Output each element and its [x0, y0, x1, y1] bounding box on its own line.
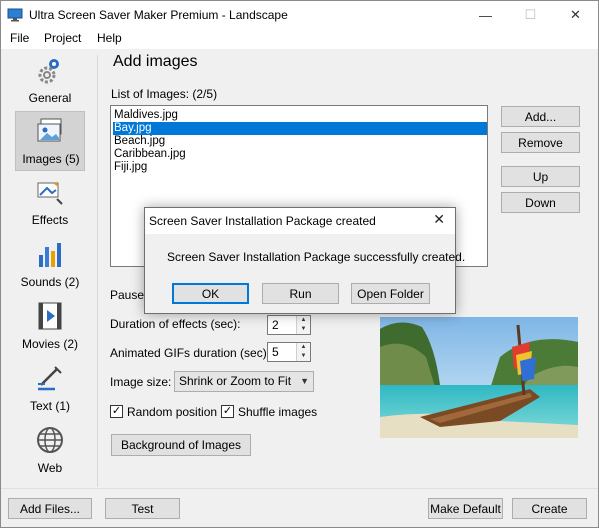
list-item[interactable]: Caribbean.jpg	[113, 148, 487, 161]
sidebar-item-text[interactable]: Text (1)	[15, 359, 85, 419]
make-default-button[interactable]: Make Default	[428, 498, 503, 519]
app-monitor-icon	[7, 8, 23, 22]
image-size-select[interactable]: Shrink or Zoom to Fit ▼	[174, 371, 314, 392]
create-button[interactable]: Create	[512, 498, 587, 519]
image-preview	[380, 317, 578, 438]
dialog-close-button[interactable]: ✕	[433, 211, 445, 228]
sidebar-item-movies[interactable]: Movies (2)	[15, 297, 85, 357]
sidebar-item-web[interactable]: Web	[15, 421, 85, 481]
add-button[interactable]: Add...	[501, 106, 580, 127]
random-position-label: Random position	[127, 405, 218, 419]
svg-text:✦: ✦	[53, 180, 60, 189]
random-position-checkbox[interactable]: ✓	[110, 405, 123, 418]
sidebar-item-effects[interactable]: ✦ Effects	[15, 173, 85, 233]
sidebar-item-label: Sounds (2)	[20, 275, 80, 289]
sidebar-item-label: Images (5)	[22, 152, 80, 166]
sidebar-item-sounds[interactable]: Sounds (2)	[15, 235, 85, 295]
app-window: Ultra Screen Saver Maker Premium - Lands…	[0, 0, 599, 528]
animated-gifs-label: Animated GIFs duration (sec):	[110, 346, 271, 360]
list-label: List of Images: (2/5)	[111, 87, 218, 101]
gear-icon	[38, 59, 59, 84]
dialog-title: Screen Saver Installation Package create…	[149, 214, 376, 228]
sidebar-item-label: Web	[37, 461, 63, 475]
background-images-button[interactable]: Background of Images	[111, 434, 251, 456]
footer-divider	[1, 488, 598, 489]
maximize-icon: ☐	[524, 7, 537, 22]
menu-help[interactable]: Help	[97, 31, 122, 45]
list-item[interactable]: Bay.jpg	[113, 122, 487, 135]
animated-gifs-input[interactable]: 5 ▲ ▼	[267, 342, 311, 362]
minimize-button[interactable]: —	[463, 1, 508, 29]
web-icon	[37, 427, 63, 453]
menu-file[interactable]: File	[10, 31, 29, 45]
dialog-open-folder-button[interactable]: Open Folder	[351, 283, 430, 304]
dialog-run-button[interactable]: Run	[262, 283, 339, 304]
movies-icon	[38, 302, 62, 330]
sounds-icon	[39, 243, 61, 267]
sidebar-item-label: General	[28, 91, 72, 105]
menu-bar: File Project Help	[1, 29, 598, 49]
shuffle-images-checkbox[interactable]: ✓	[221, 405, 234, 418]
sidebar-item-label: Text (1)	[29, 399, 70, 413]
text-icon	[38, 366, 62, 391]
minimize-icon: —	[479, 7, 492, 23]
chevron-down-icon: ▼	[300, 376, 309, 386]
dialog-ok-button[interactable]: OK	[172, 283, 249, 304]
list-item[interactable]: Fiji.jpg	[113, 161, 487, 174]
window-title: Ultra Screen Saver Maker Premium - Lands…	[29, 8, 288, 22]
up-button[interactable]: Up	[501, 166, 580, 187]
sidebar-item-general[interactable]: General	[15, 51, 85, 111]
sidebar-item-label: Movies (2)	[21, 337, 78, 351]
close-icon: ✕	[433, 211, 445, 227]
animated-gifs-spinner[interactable]: ▲ ▼	[296, 343, 310, 361]
close-button[interactable]: ✕	[553, 1, 598, 29]
duration-effects-input[interactable]: 2 ▲ ▼	[267, 315, 311, 335]
image-size-label: Image size:	[110, 375, 172, 389]
duration-effects-label: Duration of effects (sec):	[110, 317, 241, 331]
effects-icon: ✦	[37, 180, 63, 205]
down-button[interactable]: Down	[501, 192, 580, 213]
list-item[interactable]: Beach.jpg	[113, 135, 487, 148]
add-files-button[interactable]: Add Files...	[8, 498, 92, 519]
sidebar: General Images (5) ✦ Effects Sounds (2) …	[1, 49, 97, 489]
test-button[interactable]: Test	[105, 498, 180, 519]
close-icon: ✕	[570, 7, 581, 22]
list-count: (2/5)	[192, 87, 218, 101]
dialog-body: Screen Saver Installation Package succes…	[145, 234, 465, 313]
page-title: Add images	[113, 53, 198, 70]
remove-button[interactable]: Remove	[501, 132, 580, 153]
sidebar-item-images[interactable]: Images (5)	[15, 111, 85, 171]
list-item[interactable]: Maldives.jpg	[113, 109, 487, 122]
images-icon	[37, 118, 62, 142]
sidebar-item-label: Effects	[31, 213, 69, 227]
duration-effects-spinner[interactable]: ▲ ▼	[296, 316, 310, 334]
menu-project[interactable]: Project	[44, 31, 81, 45]
maximize-button[interactable]: ☐	[508, 1, 553, 29]
dialog-message: Screen Saver Installation Package succes…	[167, 250, 466, 264]
sidebar-divider	[97, 55, 98, 487]
title-bar: Ultra Screen Saver Maker Premium - Lands…	[1, 1, 598, 29]
shuffle-images-label: Shuffle images	[238, 405, 318, 419]
success-dialog: Screen Saver Installation Package create…	[144, 207, 465, 314]
